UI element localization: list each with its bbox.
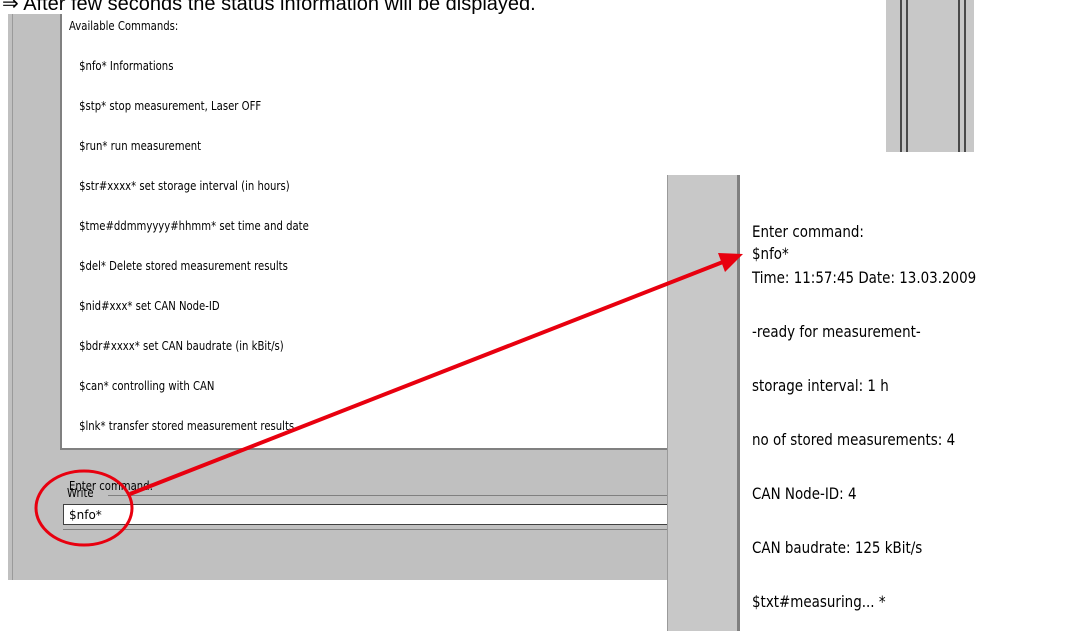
window-edge <box>12 14 13 580</box>
status-txt-measuring: $txt#measuring... * <box>752 592 886 611</box>
command-console: Available Commands: $nfo* Informations $… <box>60 14 680 493</box>
groupbox-line <box>108 495 680 496</box>
status-stored-count: no of stored measurements: 4 <box>752 430 956 449</box>
status-window: Enter command: $nfo* Time: 11:57:45 Date… <box>667 175 1089 631</box>
status-time-date: Time: 11:57:45 Date: 13.03.2009 <box>752 268 977 287</box>
command-item-tme: $tme#ddmmyyyy#hhmm* set time and date <box>79 219 309 233</box>
command-item-str: $str#xxxx* set storage interval (in hour… <box>79 179 290 193</box>
command-item-can: $can* controlling with CAN <box>79 379 215 393</box>
command-item-lnk: $lnk* transfer stored measurement result… <box>79 419 295 433</box>
command-item-bdr: $bdr#xxxx* set CAN baudrate (in kBit/s) <box>79 339 284 353</box>
write-input[interactable] <box>63 504 680 525</box>
command-item-stp: $stp* stop measurement, Laser OFF <box>79 99 262 113</box>
groupbox-bottom-line <box>63 529 680 530</box>
write-label: Write <box>67 486 94 500</box>
command-item-run: $run* run measurement <box>79 139 202 153</box>
status-enter-command: Enter command: <box>752 222 864 241</box>
command-item-nfo: $nfo* Informations <box>79 59 174 73</box>
command-item-del: $del* Delete stored measurement results <box>79 259 288 273</box>
status-ready: -ready for measurement- <box>752 322 921 341</box>
status-node-id: CAN Node-ID: 4 <box>752 484 857 503</box>
write-groupbox: Write <box>60 486 680 534</box>
status-baudrate: CAN baudrate: 125 kBit/s <box>752 538 923 557</box>
status-echo-command: $nfo* <box>752 244 789 263</box>
status-output: Enter command: $nfo* Time: 11:57:45 Date… <box>740 175 1089 631</box>
command-window: Available Commands: $nfo* Informations $… <box>8 14 680 580</box>
command-item-nid: $nid#xxx* set CAN Node-ID <box>79 299 220 313</box>
window-side-panel <box>667 175 740 631</box>
commands-heading: Available Commands: <box>69 19 179 33</box>
status-storage-interval: storage interval: 1 h <box>752 376 889 395</box>
window-frame-fragment <box>886 0 974 152</box>
